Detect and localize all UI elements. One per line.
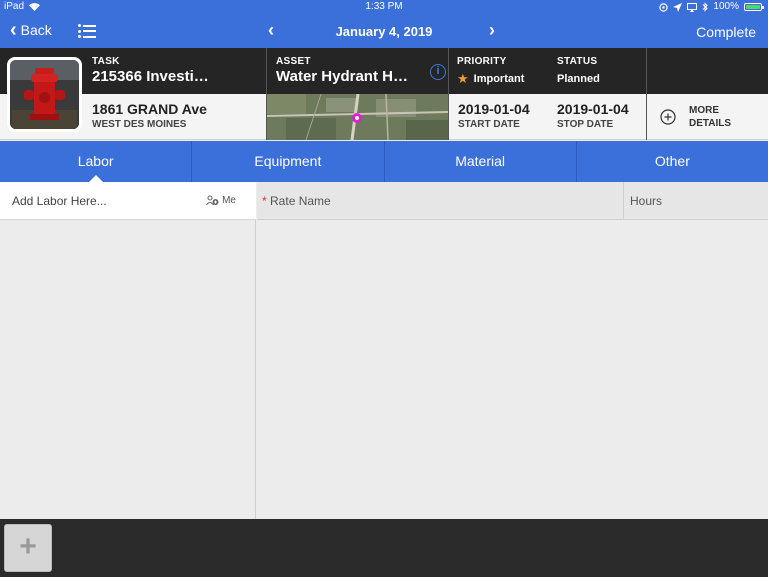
nav-date: January 4, 2019 — [335, 24, 433, 39]
divider — [448, 48, 449, 140]
column-rate-name-label: Rate Name — [270, 194, 331, 208]
nav-bar: ‹ Back ‹ January 4, 2019 › Complete — [0, 14, 768, 48]
add-person-icon — [206, 195, 219, 206]
plus-circle-icon — [660, 109, 676, 125]
labor-table-body — [257, 220, 768, 519]
add-button[interactable]: + — [4, 524, 52, 572]
asset-photo[interactable] — [7, 57, 82, 132]
map-image — [266, 94, 448, 140]
start-date: 2019-01-04 — [458, 101, 530, 117]
column-hours[interactable]: Hours — [623, 182, 668, 220]
priority-label: PRIORITY — [457, 56, 507, 67]
priority-value: Important — [473, 73, 525, 85]
bluetooth-icon — [703, 2, 709, 12]
more-label: MORE — [689, 105, 719, 116]
status-value: Planned — [557, 73, 600, 85]
battery-icon — [744, 3, 764, 11]
city: WEST DES MOINES — [92, 119, 187, 130]
star-icon: ★ — [457, 71, 469, 86]
tab-other[interactable]: Other — [577, 141, 768, 182]
add-me-button[interactable]: Me — [206, 195, 236, 206]
tab-equipment[interactable]: Equipment — [192, 141, 385, 182]
stop-date: 2019-01-04 — [557, 101, 629, 117]
task-header: TASK 215366 Investi… ASSET Water Hydrant… — [0, 48, 768, 94]
labor-panel: Add Labor Here... Me — [0, 182, 256, 519]
stop-date-label: STOP DATE — [557, 119, 614, 130]
me-label: Me — [222, 195, 236, 206]
start-date-label: START DATE — [458, 119, 520, 130]
task-label: TASK — [92, 56, 120, 67]
complete-button[interactable]: Complete — [696, 24, 756, 40]
tab-labor[interactable]: Labor — [0, 141, 193, 182]
tab-material[interactable]: Material — [385, 141, 577, 182]
battery-percent: 100% — [713, 1, 739, 12]
task-value: 215366 Investi… — [92, 68, 209, 85]
resource-tabs: Labor Equipment Material Other — [0, 141, 768, 182]
bottom-toolbar: + — [0, 519, 768, 577]
status-bar: iPad 1:33 PM 100% — [0, 0, 768, 14]
add-labor-placeholder: Add Labor Here... — [12, 194, 107, 208]
address: 1861 GRAND Ave — [92, 101, 207, 117]
status-time: 1:33 PM — [365, 1, 403, 12]
asset-label: ASSET — [276, 56, 311, 67]
details-label: DETAILS — [689, 118, 732, 129]
labor-table-header: * Rate Name Hours — [257, 182, 768, 220]
fire-hydrant-icon — [10, 60, 79, 129]
add-labor-field[interactable]: Add Labor Here... Me — [0, 182, 256, 220]
next-date-button[interactable]: › — [489, 20, 495, 41]
status-label: STATUS — [557, 56, 598, 67]
airplay-icon — [687, 2, 698, 12]
screen-lock-icon — [659, 2, 669, 12]
asset-value[interactable]: Water Hydrant H… — [276, 68, 426, 85]
asset-map[interactable] — [266, 94, 448, 140]
asset-info-icon[interactable]: i — [430, 64, 446, 80]
top-bar: iPad 1:33 PM 100% ‹ Back ‹ January 4, 20… — [0, 0, 768, 48]
divider — [266, 48, 267, 140]
required-marker: * — [262, 194, 267, 208]
divider — [646, 48, 647, 140]
column-rate-name[interactable]: * Rate Name — [262, 194, 331, 208]
more-details-button[interactable]: MORE DETAILS — [648, 94, 768, 140]
location-icon — [673, 2, 683, 12]
